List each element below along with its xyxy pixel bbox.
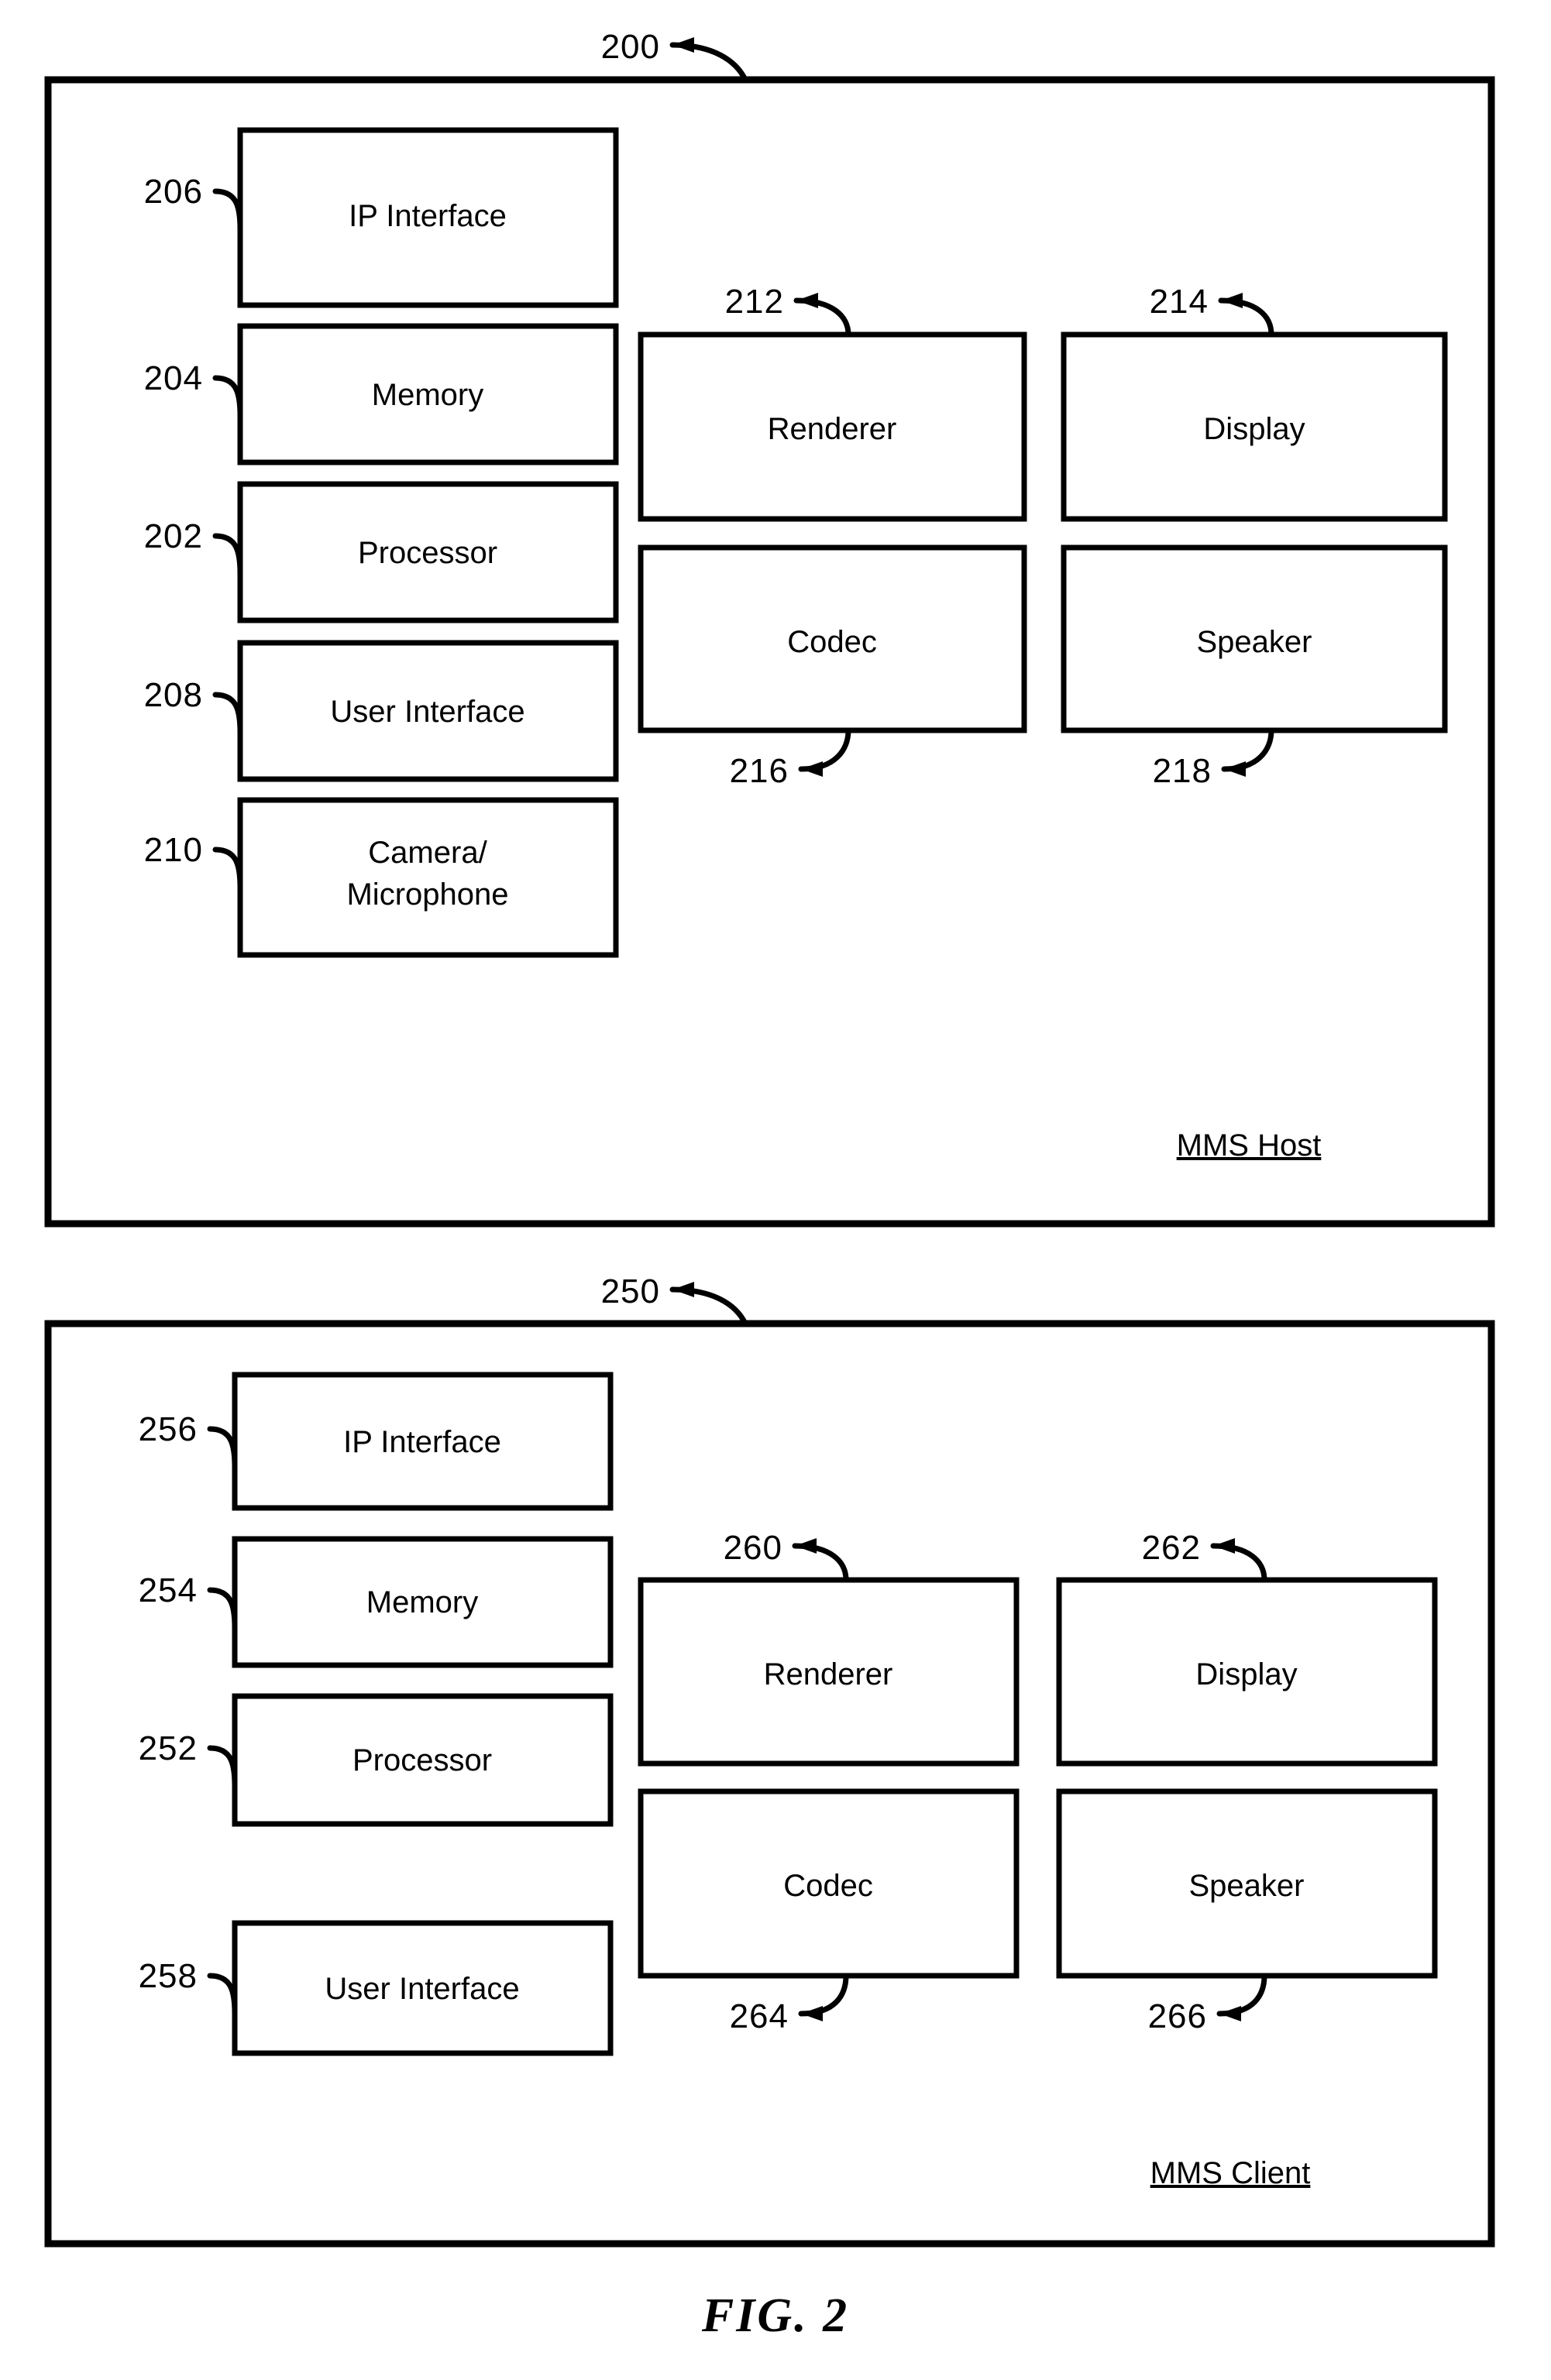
ref-208-label: 208 xyxy=(144,676,203,714)
ref-202-label: 202 xyxy=(144,517,203,555)
ref-214-label: 214 xyxy=(1150,283,1209,321)
ref-250-label: 250 xyxy=(601,1272,660,1310)
ref-204-label: 204 xyxy=(144,359,203,397)
block-label-speaker-host: Speaker xyxy=(1197,625,1312,659)
block-label-ip-interface-client: IP Interface xyxy=(343,1425,501,1459)
patent-figure-page: 200 IP Interface 206 Memory 204 Processo… xyxy=(0,0,1551,2380)
block-label-display-client: Display xyxy=(1195,1657,1297,1691)
diagram-mms-host: 200 IP Interface 206 Memory 204 Processo… xyxy=(44,28,1495,1228)
ref-254-label: 254 xyxy=(139,1571,198,1609)
ref-252-label: 252 xyxy=(139,1729,198,1767)
unit-label-mms-client: MMS Client xyxy=(1150,2156,1311,2190)
ref-258-label: 258 xyxy=(139,1957,198,1995)
block-label-processor-host: Processor xyxy=(358,536,497,570)
block-label-camera-host: Camera/ xyxy=(368,836,487,870)
ref-256-label: 256 xyxy=(139,1410,198,1448)
ref-266-label: 266 xyxy=(1148,1997,1207,2035)
block-label-memory-client: Memory xyxy=(366,1585,478,1619)
ref-212-label: 212 xyxy=(725,283,784,321)
block-label-speaker-client: Speaker xyxy=(1189,1869,1305,1903)
ref-218-label: 218 xyxy=(1153,752,1212,790)
ref-210-label: 210 xyxy=(144,831,203,869)
block-label-processor-client: Processor xyxy=(352,1743,492,1777)
ref-206-label: 206 xyxy=(144,173,203,211)
figure-2-drawing: 200 IP Interface 206 Memory 204 Processo… xyxy=(44,28,1495,2342)
ref-216-label: 216 xyxy=(730,752,789,790)
block-label-renderer-host: Renderer xyxy=(768,412,897,446)
block-label-renderer-client: Renderer xyxy=(764,1657,893,1691)
unit-label-mms-host: MMS Host xyxy=(1177,1128,1322,1163)
block-label-microphone-host: Microphone xyxy=(346,877,508,912)
ref-200-label: 200 xyxy=(601,28,660,66)
diagram-mms-client: 250 IP Interface 256 Memory 254 Processo… xyxy=(44,1272,1495,2248)
block-label-user-interface-host: User Interface xyxy=(330,695,524,729)
ref-260-label: 260 xyxy=(724,1529,782,1567)
ref-262-label: 262 xyxy=(1142,1529,1201,1567)
block-label-memory-host: Memory xyxy=(372,378,483,412)
block-label-codec-client: Codec xyxy=(783,1869,873,1903)
block-label-display-host: Display xyxy=(1203,412,1305,446)
block-label-user-interface-client: User Interface xyxy=(325,1972,519,2006)
figure-caption: FIG. 2 xyxy=(701,2289,849,2342)
ref-250-leader-line xyxy=(669,1286,748,1327)
ref-200-leader-line xyxy=(669,42,748,83)
ref-250-leader-arrow xyxy=(672,1282,694,1297)
block-label-codec-host: Codec xyxy=(787,625,877,659)
ref-200-leader-arrow xyxy=(672,37,694,53)
block-label-ip-interface-host: IP Interface xyxy=(349,199,507,233)
ref-264-label: 264 xyxy=(730,1997,789,2035)
